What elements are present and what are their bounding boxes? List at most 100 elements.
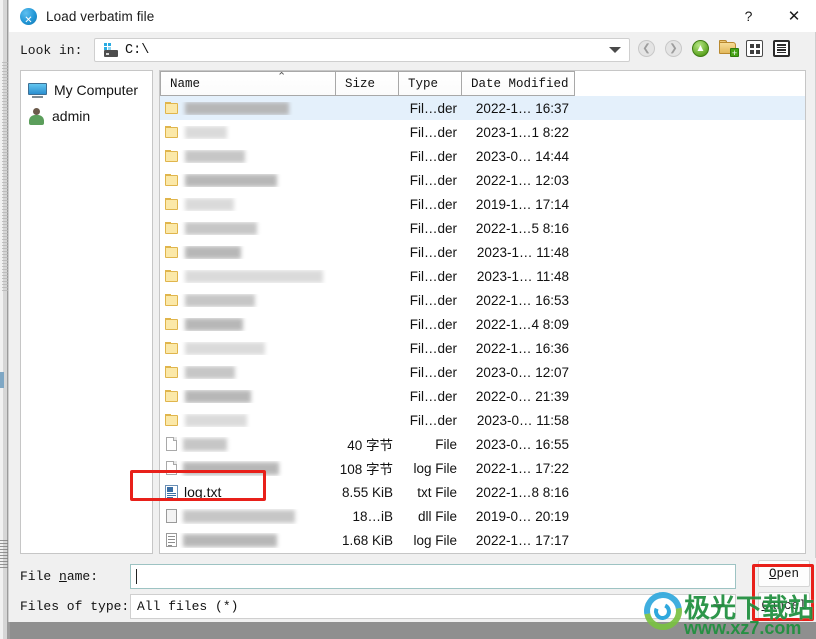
table-row[interactable]: Fil…der 2019-1… 17:14 — [160, 192, 805, 216]
places-sidebar: My Computer admin — [20, 70, 153, 554]
new-folder-icon[interactable]: + — [719, 40, 739, 60]
redacted-file-name — [183, 437, 227, 451]
dialog-footer: File name: Files of type: All files (*) … — [9, 558, 816, 622]
table-row[interactable]: Fil…der 2022-0… 21:39 — [160, 384, 805, 408]
cell-date-modified: 2023-0… 14:44 — [475, 148, 569, 164]
forward-icon[interactable]: ❯ — [665, 40, 685, 60]
column-header-size[interactable]: Size — [336, 71, 399, 96]
folder-icon — [165, 149, 180, 163]
cell-name — [160, 532, 336, 548]
window-title: Load verbatim file — [46, 8, 155, 24]
close-button[interactable]: ✕ — [771, 0, 816, 32]
files-of-type-select[interactable]: All files (*) — [130, 594, 736, 619]
column-header-filler — [575, 71, 805, 96]
look-in-label: Look in: — [20, 42, 83, 58]
folder-icon — [165, 125, 180, 139]
back-icon[interactable]: ❮ — [638, 40, 658, 60]
look-in-combobox[interactable]: C:\ — [94, 38, 630, 62]
cell-name — [160, 293, 336, 307]
cell-name — [160, 125, 336, 139]
column-header-date-modified[interactable]: Date Modified — [462, 71, 575, 96]
folder-icon — [165, 341, 180, 355]
cell-size: 18…iB — [352, 508, 393, 524]
table-row[interactable]: 1.68 KiB log File 2022-1… 17:17 — [160, 528, 805, 552]
cell-name — [160, 149, 336, 163]
table-row[interactable]: log.txt 8.55 KiB txt File 2022-1…8 8:16 — [160, 480, 805, 504]
left-edge-blue-marker — [0, 372, 4, 388]
open-button[interactable]: Open — [758, 560, 810, 587]
sidebar-item-my-computer[interactable]: My Computer — [21, 77, 152, 103]
file-name-row: File name: — [20, 564, 736, 589]
column-header-type[interactable]: Type — [399, 71, 462, 96]
sidebar-item-admin[interactable]: admin — [21, 103, 152, 129]
cell-date-modified: 2022-1… 17:17 — [475, 532, 569, 548]
cell-size: 40 字节 — [347, 438, 393, 453]
cell-type: Fil…der — [409, 244, 457, 260]
file-list-view[interactable]: Name ⌃ Size Type Date Modified Fil…der 20… — [159, 70, 806, 554]
cell-date-modified: 2023-1… 11:48 — [476, 268, 569, 284]
left-edge-texture-lower — [0, 540, 8, 568]
cell-date-modified: 2022-1… 12:03 — [475, 172, 569, 188]
folder-icon — [165, 413, 180, 427]
cell-type: Fil…der — [409, 292, 457, 308]
cell-type: Fil…der — [409, 412, 457, 428]
table-row[interactable]: Fil…der 2022-1… 16:53 — [160, 288, 805, 312]
table-row[interactable]: Fil…der 2022-1…4 8:09 — [160, 312, 805, 336]
redacted-file-name — [185, 197, 234, 211]
table-row[interactable]: Fil…der 2023-0… 12:07 — [160, 360, 805, 384]
sidebar-item-label: admin — [52, 108, 91, 124]
redacted-file-name — [185, 389, 251, 403]
cell-date-modified: 2019-0… 20:19 — [475, 508, 569, 524]
table-row[interactable]: Fil…der 2023-0… 14:44 — [160, 144, 805, 168]
cell-date-modified: 2022-1… 17:22 — [475, 460, 569, 476]
file-name-input[interactable] — [130, 564, 736, 589]
cell-type: log File — [413, 532, 457, 548]
cell-name — [160, 173, 336, 187]
cell-name — [160, 508, 336, 524]
navigation-toolbar: ❮ ❯ ▲ + — [638, 40, 793, 60]
folder-icon — [165, 293, 180, 307]
screen: Load verbatim file ? ✕ Look in: C:\ ❮ — [0, 0, 816, 639]
column-header-name-label: Name — [170, 76, 201, 91]
folder-icon — [165, 173, 180, 187]
table-row[interactable]: 18…iB dll File 2019-0… 20:19 — [160, 504, 805, 528]
table-row[interactable]: Fil…der 2023-0… 11:58 — [160, 408, 805, 432]
folder-icon — [165, 365, 180, 379]
table-row[interactable]: Fil…der 2022-1… 12:03 — [160, 168, 805, 192]
folder-icon — [165, 197, 180, 211]
parent-directory-icon[interactable]: ▲ — [692, 40, 712, 60]
table-row[interactable]: Fil…der 2022-1… 16:36 — [160, 336, 805, 360]
list-view-icon[interactable] — [746, 40, 766, 60]
table-row[interactable]: Fil…der 2023-1…1 8:22 — [160, 120, 805, 144]
table-row[interactable]: 108 字节 log File 2022-1… 17:22 — [160, 456, 805, 480]
table-row[interactable]: Fil…der 2023-1… 11:48 — [160, 264, 805, 288]
table-row[interactable]: Fil…der 2023-1… 11:48 — [160, 240, 805, 264]
chevron-down-icon[interactable] — [713, 603, 725, 610]
cell-type: Fil…der — [409, 388, 457, 404]
cell-name — [160, 460, 336, 476]
redacted-file-name — [185, 365, 235, 379]
cell-date-modified: 2022-0… 21:39 — [475, 388, 569, 404]
cell-type: Fil…der — [409, 100, 457, 116]
help-button[interactable]: ? — [726, 0, 771, 32]
cell-size: 8.55 KiB — [341, 484, 393, 500]
table-row[interactable]: 40 字节 File 2023-0… 16:55 — [160, 432, 805, 456]
redacted-file-name — [185, 125, 227, 139]
files-of-type-label: Files of type: — [20, 599, 130, 614]
look-in-path: C:\ — [125, 42, 150, 58]
file-name-text: log.txt — [184, 484, 222, 500]
redacted-file-name — [185, 101, 289, 115]
cell-name — [160, 389, 336, 403]
user-icon — [28, 107, 45, 125]
detail-view-icon[interactable] — [773, 40, 793, 60]
table-row[interactable]: Fil…der 2022-1… 16:37 — [160, 96, 805, 120]
cell-type: dll File — [417, 508, 457, 524]
column-header-name[interactable]: Name ⌃ — [160, 71, 336, 96]
cell-date-modified: 2023-1…1 8:22 — [475, 124, 569, 140]
cancel-button[interactable]: Cancel — [758, 592, 810, 619]
redacted-file-name — [185, 317, 243, 331]
cell-type: Fil…der — [409, 316, 457, 332]
chevron-down-icon[interactable] — [609, 47, 621, 53]
table-row[interactable]: Fil…der 2022-1…5 8:16 — [160, 216, 805, 240]
folder-icon — [165, 269, 180, 283]
